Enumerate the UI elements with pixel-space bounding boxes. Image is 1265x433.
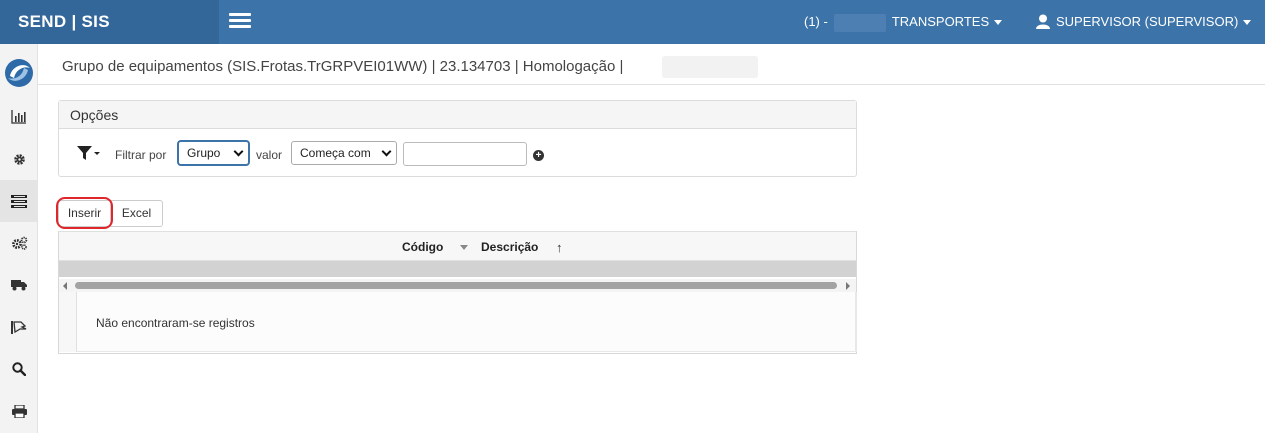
grid-filter-row: [59, 261, 856, 277]
redacted-block: [662, 56, 758, 78]
column-descricao[interactable]: Descrição: [481, 240, 538, 254]
chevron-down-icon: [233, 146, 244, 157]
horizontal-scrollbar[interactable]: [59, 279, 856, 292]
search-icon: [12, 362, 26, 376]
user-name: SUPERVISOR (SUPERVISOR): [1056, 14, 1239, 29]
sidebar-item-config[interactable]: [0, 222, 38, 264]
hand-icon: [11, 321, 27, 334]
company-dropdown[interactable]: (1) - TRANSPORTES: [804, 0, 1003, 44]
page-title: Grupo de equipamentos (SIS.Frotas.TrGRPV…: [62, 58, 624, 75]
sort-down-icon[interactable]: [460, 245, 468, 250]
scroll-right-icon[interactable]: [846, 282, 850, 290]
filter-value-input[interactable]: [403, 142, 527, 166]
company-prefix: (1) -: [804, 14, 828, 29]
filter-field-value: Grupo: [187, 146, 221, 160]
filter-field-select[interactable]: Grupo: [178, 141, 249, 165]
empty-message: Não encontraram-se registros: [96, 316, 255, 330]
value-label: valor: [256, 148, 283, 162]
grid-row-gutter: [59, 292, 76, 352]
list-icon: [11, 194, 27, 208]
empty-state: Não encontraram-se registros: [76, 292, 857, 352]
insert-button[interactable]: Inserir: [58, 200, 111, 227]
user-dropdown[interactable]: SUPERVISOR (SUPERVISOR): [1036, 0, 1252, 44]
operator-select[interactable]: Começa com: [291, 141, 397, 165]
scrollbar-thumb[interactable]: [75, 282, 837, 289]
company-name: TRANSPORTES: [891, 14, 990, 29]
options-panel-title: Opções: [59, 101, 856, 129]
sidebar-item-fleet[interactable]: [0, 264, 38, 306]
sidebar-item-search[interactable]: [0, 348, 38, 390]
sidebar: [0, 44, 38, 433]
redacted-block: [833, 13, 886, 32]
add-filter-icon[interactable]: +: [533, 150, 544, 161]
excel-button[interactable]: Excel: [110, 200, 163, 227]
gears-icon: [11, 236, 27, 250]
hamburger-menu-icon[interactable]: [229, 13, 251, 29]
print-icon: [11, 404, 27, 418]
filter-by-label: Filtrar por: [115, 148, 167, 162]
filter-icon[interactable]: [77, 145, 101, 161]
sidebar-item-print[interactable]: [0, 390, 38, 432]
chevron-down-icon: [994, 20, 1003, 26]
chevron-down-icon: [381, 146, 392, 157]
page-header: Grupo de equipamentos (SIS.Frotas.TrGRPV…: [38, 44, 1265, 85]
sidebar-item-list[interactable]: [0, 180, 38, 222]
operator-value: Começa com: [300, 146, 371, 160]
gear-icon: [13, 153, 25, 165]
sidebar-item-settings[interactable]: [0, 138, 38, 180]
brand-logo[interactable]: SEND | SIS: [0, 0, 219, 44]
sort-up-icon[interactable]: ↑: [556, 240, 563, 255]
chevron-down-icon: [1243, 20, 1252, 26]
grid-header: Código Descrição ↑: [59, 231, 856, 261]
app-logo-icon[interactable]: [4, 58, 34, 88]
chart-icon: [11, 110, 26, 124]
truck-icon: [11, 280, 27, 291]
sidebar-item-service[interactable]: [0, 306, 38, 348]
column-codigo[interactable]: Código: [402, 240, 443, 254]
user-icon: [1036, 14, 1050, 29]
scroll-left-icon[interactable]: [63, 282, 67, 290]
data-grid: Código Descrição ↑ Não encontraram-se re…: [58, 231, 857, 354]
options-panel: Opções Filtrar por Grupo valor Começa co…: [58, 100, 857, 177]
top-navbar: SEND | SIS (1) - TRANSPORTES SUPERVISOR (…: [0, 0, 1265, 44]
sidebar-item-charts[interactable]: [0, 96, 38, 138]
